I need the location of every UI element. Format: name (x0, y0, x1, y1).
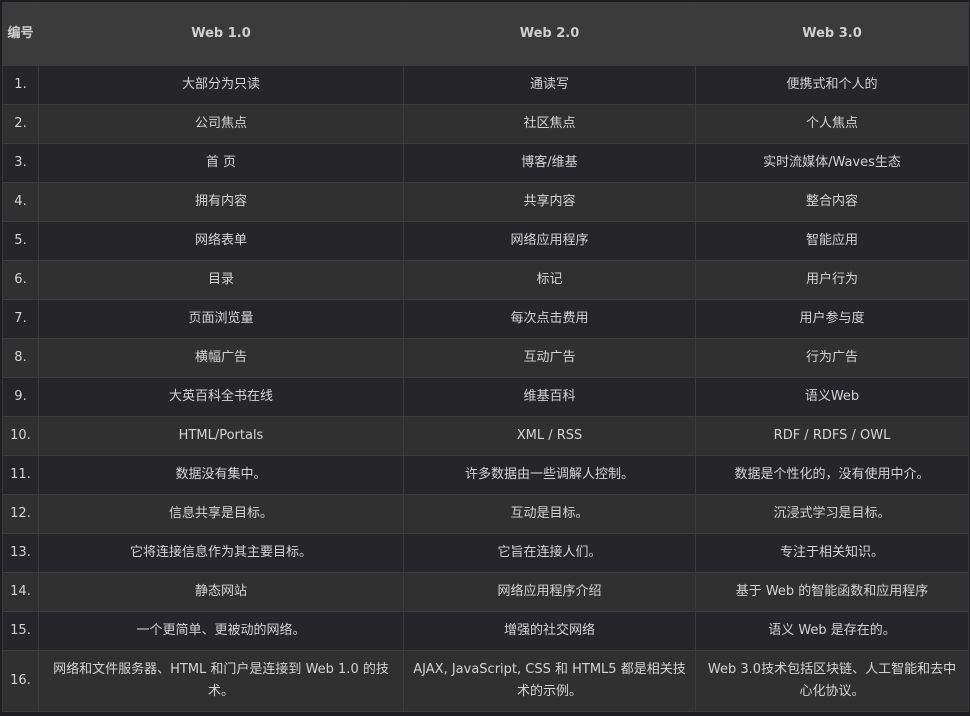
cell-web1: 信息共享是目标。 (38, 494, 404, 534)
cell-web2: AJAX, JavaScript, CSS 和 HTML5 都是相关技术的示例。 (403, 650, 696, 712)
table-row: 15. 一个更简单、更被动的网络。 增强的社交网络 语义 Web 是存在的。 (2, 611, 969, 651)
cell-number: 15. (2, 611, 39, 651)
header-number: 编号 (2, 2, 39, 66)
cell-web3: 沉浸式学习是目标。 (695, 494, 969, 534)
cell-web2: 互动广告 (403, 338, 696, 378)
cell-number: 16. (2, 650, 39, 712)
table-row: 11. 数据没有集中。 许多数据由一些调解人控制。 数据是个性化的，没有使用中介。 (2, 455, 969, 495)
cell-web3: 整合内容 (695, 182, 969, 222)
cell-web3: RDF / RDFS / OWL (695, 416, 969, 456)
cell-web3: 用户行为 (695, 260, 969, 300)
header-row: 编号 Web 1.0 Web 2.0 Web 3.0 (2, 2, 969, 66)
cell-web2: 社区焦点 (403, 104, 696, 144)
cell-number: 9. (2, 377, 39, 417)
table-row: 13. 它将连接信息作为其主要目标。 它旨在连接人们。 专注于相关知识。 (2, 533, 969, 573)
table-row: 16. 网络和文件服务器、HTML 和门户是连接到 Web 1.0 的技术。 AJA… (2, 650, 969, 712)
cell-web2: 互动是目标。 (403, 494, 696, 534)
cell-web2: 网络应用程序介绍 (403, 572, 696, 612)
cell-web1: 公司焦点 (38, 104, 404, 144)
cell-number: 3. (2, 143, 39, 183)
cell-number: 6. (2, 260, 39, 300)
cell-web1: 网络和文件服务器、HTML 和门户是连接到 Web 1.0 的技术。 (38, 650, 404, 712)
cell-web3: 行为广告 (695, 338, 969, 378)
table-row: 2. 公司焦点 社区焦点 个人焦点 (2, 104, 969, 144)
cell-web1: 静态网站 (38, 572, 404, 612)
cell-web3: 个人焦点 (695, 104, 969, 144)
cell-web2: 博客/维基 (403, 143, 696, 183)
cell-web2: 许多数据由一些调解人控制。 (403, 455, 696, 495)
cell-web2: 网络应用程序 (403, 221, 696, 261)
cell-number: 2. (2, 104, 39, 144)
cell-web3: 实时流媒体/Waves生态 (695, 143, 969, 183)
cell-web2: 每次点击费用 (403, 299, 696, 339)
cell-web1: 大英百科全书在线 (38, 377, 404, 417)
table-row: 9. 大英百科全书在线 维基百科 语义Web (2, 377, 969, 417)
table-header: 编号 Web 1.0 Web 2.0 Web 3.0 (2, 2, 969, 66)
cell-web1: 大部分为只读 (38, 65, 404, 105)
cell-web3: 智能应用 (695, 221, 969, 261)
cell-web2: 标记 (403, 260, 696, 300)
cell-number: 4. (2, 182, 39, 222)
cell-number: 11. (2, 455, 39, 495)
cell-web2: 共享内容 (403, 182, 696, 222)
table-row: 10. HTML/Portals XML / RSS RDF / RDFS / OWL (2, 416, 969, 456)
table-row: 7. 页面浏览量 每次点击费用 用户参与度 (2, 299, 969, 339)
table-row: 8. 横幅广告 互动广告 行为广告 (2, 338, 969, 378)
table-row: 5. 网络表单 网络应用程序 智能应用 (2, 221, 969, 261)
cell-web1: 一个更简单、更被动的网络。 (38, 611, 404, 651)
cell-web3: 专注于相关知识。 (695, 533, 969, 573)
cell-web1: 横幅广告 (38, 338, 404, 378)
table-row: 3. 首 页博客/维基 实时流媒体/Waves生态 (2, 143, 969, 183)
cell-number: 10. (2, 416, 39, 456)
cell-web1: 网络表单 (38, 221, 404, 261)
cell-web1: 拥有内容 (38, 182, 404, 222)
cell-web2: 它旨在连接人们。 (403, 533, 696, 573)
comparison-table: 编号 Web 1.0 Web 2.0 Web 3.0 1. 大部分为只读 通读写 便携… (2, 2, 969, 712)
cell-web1: 目录 (38, 260, 404, 300)
cell-number: 1. (2, 65, 39, 105)
table-row: 1. 大部分为只读 通读写 便携式和个人的 (2, 65, 969, 105)
cell-web1: HTML/Portals (38, 416, 404, 456)
cell-web3: 语义 Web 是存在的。 (695, 611, 969, 651)
cell-web2: XML / RSS (403, 416, 696, 456)
cell-web2: 增强的社交网络 (403, 611, 696, 651)
cell-web1: 数据没有集中。 (38, 455, 404, 495)
cell-web2: 通读写 (403, 65, 696, 105)
cell-web2: 维基百科 (403, 377, 696, 417)
cell-web3: 语义Web (695, 377, 969, 417)
cell-web1: 页面浏览量 (38, 299, 404, 339)
table-row: 4. 拥有内容 共享内容 整合内容 (2, 182, 969, 222)
cell-number: 13. (2, 533, 39, 573)
cell-number: 7. (2, 299, 39, 339)
cell-web3: 基于 Web 的智能函数和应用程序 (695, 572, 969, 612)
cell-web3: Web 3.0技术包括区块链、人工智能和去中心化协议。 (695, 650, 969, 712)
cell-web3: 用户参与度 (695, 299, 969, 339)
cell-number: 8. (2, 338, 39, 378)
cell-number: 14. (2, 572, 39, 612)
table-row: 14. 静态网站 网络应用程序介绍 基于 Web 的智能函数和应用程序 (2, 572, 969, 612)
cell-web1: 首 页 (38, 143, 404, 183)
table-row: 6. 目录 标记 用户行为 (2, 260, 969, 300)
table-row: 12. 信息共享是目标。 互动是目标。 沉浸式学习是目标。 (2, 494, 969, 534)
table-body: 1. 大部分为只读 通读写 便携式和个人的 2. 公司焦点 社区焦点 个人焦点 3. 首 页博客/… (2, 65, 969, 712)
cell-web3: 便携式和个人的 (695, 65, 969, 105)
header-web2: Web 2.0 (403, 2, 696, 66)
header-web1: Web 1.0 (38, 2, 404, 66)
cell-number: 5. (2, 221, 39, 261)
cell-web1: 它将连接信息作为其主要目标。 (38, 533, 404, 573)
cell-number: 12. (2, 494, 39, 534)
header-web3: Web 3.0 (695, 2, 969, 66)
cell-web3: 数据是个性化的，没有使用中介。 (695, 455, 969, 495)
